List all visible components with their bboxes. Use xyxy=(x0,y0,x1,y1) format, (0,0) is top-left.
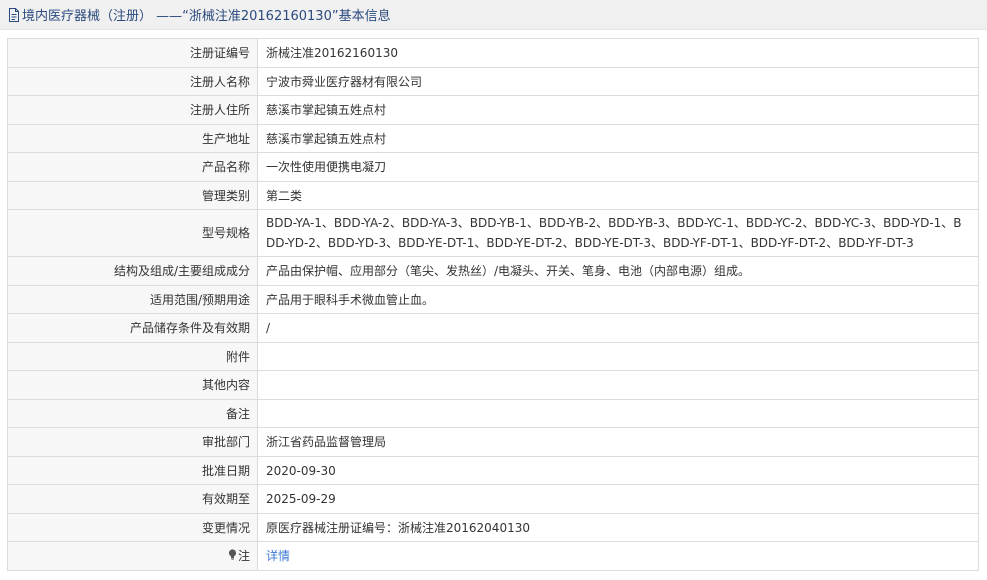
table-row: 注册人住所 慈溪市掌起镇五姓点村 xyxy=(7,95,979,125)
row-value: 第二类 xyxy=(257,181,979,210)
row-value: BDD-YA-1、BDD-YA-2、BDD-YA-3、BDD-YB-1、BDD-… xyxy=(257,209,979,257)
row-label: 型号规格 xyxy=(7,209,258,257)
page-header: 境内医疗器械（注册） ——“浙械注准20162160130”基本信息 xyxy=(0,0,987,30)
lightbulb-icon xyxy=(228,546,237,566)
row-value: 产品用于眼科手术微血管止血。 xyxy=(257,285,979,314)
row-value: 浙江省药品监督管理局 xyxy=(257,427,979,457)
table-row: 备注 xyxy=(7,399,979,428)
note-row: 注 详情 xyxy=(7,541,979,571)
row-label: 结构及组成/主要组成成分 xyxy=(7,256,258,286)
row-label: 备注 xyxy=(7,399,258,428)
table-row: 生产地址 慈溪市掌起镇五姓点村 xyxy=(7,124,979,153)
row-value: 慈溪市掌起镇五姓点村 xyxy=(257,95,979,125)
row-value: 2025-09-29 xyxy=(257,484,979,514)
row-value xyxy=(257,370,979,400)
row-label: 生产地址 xyxy=(7,124,258,153)
row-label: 其他内容 xyxy=(7,370,258,400)
row-label: 有效期至 xyxy=(7,484,258,514)
row-label: 产品名称 xyxy=(7,152,258,182)
table-row: 适用范围/预期用途 产品用于眼科手术微血管止血。 xyxy=(7,285,979,314)
row-label: 附件 xyxy=(7,342,258,371)
row-label: 注册人名称 xyxy=(7,67,258,96)
table-row: 审批部门 浙江省药品监督管理局 xyxy=(7,427,979,457)
table-row: 注册人名称 宁波市舜业医疗器材有限公司 xyxy=(7,67,979,96)
row-value: / xyxy=(257,313,979,343)
table-row: 有效期至 2025-09-29 xyxy=(7,484,979,514)
row-value: 2020-09-30 xyxy=(257,456,979,485)
table-row: 型号规格 BDD-YA-1、BDD-YA-2、BDD-YA-3、BDD-YB-1… xyxy=(7,209,979,257)
table-row: 产品储存条件及有效期 / xyxy=(7,313,979,343)
row-value: 一次性使用便携电凝刀 xyxy=(257,152,979,182)
row-label: 适用范围/预期用途 xyxy=(7,285,258,314)
row-label: 管理类别 xyxy=(7,181,258,210)
table-row: 附件 xyxy=(7,342,979,371)
table-row: 批准日期 2020-09-30 xyxy=(7,456,979,485)
row-label: 注册人住所 xyxy=(7,95,258,125)
row-label: 注册证编号 xyxy=(7,38,258,68)
table-row: 结构及组成/主要组成成分 产品由保护帽、应用部分（笔尖、发热丝）/电凝头、开关、… xyxy=(7,256,979,286)
row-value: 宁波市舜业医疗器材有限公司 xyxy=(257,67,979,96)
row-value: 浙械注准20162160130 xyxy=(257,38,979,68)
document-icon xyxy=(8,7,20,22)
table-row: 变更情况 原医疗器械注册证编号：浙械注准20162040130 xyxy=(7,513,979,542)
row-label: 审批部门 xyxy=(7,427,258,457)
row-value xyxy=(257,399,979,428)
row-value xyxy=(257,342,979,371)
row-label: 产品储存条件及有效期 xyxy=(7,313,258,343)
info-table: 注册证编号 浙械注准20162160130 注册人名称 宁波市舜业医疗器材有限公… xyxy=(7,38,979,571)
table-row: 注册证编号 浙械注准20162160130 xyxy=(7,38,979,68)
table-row: 管理类别 第二类 xyxy=(7,181,979,210)
note-label-cell: 注 xyxy=(7,541,258,571)
detail-link[interactable]: 详情 xyxy=(266,549,290,563)
row-value: 产品由保护帽、应用部分（笔尖、发热丝）/电凝头、开关、笔身、电池（内部电源）组成… xyxy=(257,256,979,286)
note-label: 注 xyxy=(237,549,250,563)
row-value: 慈溪市掌起镇五姓点村 xyxy=(257,124,979,153)
note-value-cell: 详情 xyxy=(257,541,979,571)
page-title: 境内医疗器械（注册） ——“浙械注准20162160130”基本信息 xyxy=(22,9,391,24)
table-row: 产品名称 一次性使用便携电凝刀 xyxy=(7,152,979,182)
row-label: 批准日期 xyxy=(7,456,258,485)
table-row: 其他内容 xyxy=(7,370,979,400)
row-label: 变更情况 xyxy=(7,513,258,542)
row-value: 原医疗器械注册证编号：浙械注准20162040130 xyxy=(257,513,979,542)
